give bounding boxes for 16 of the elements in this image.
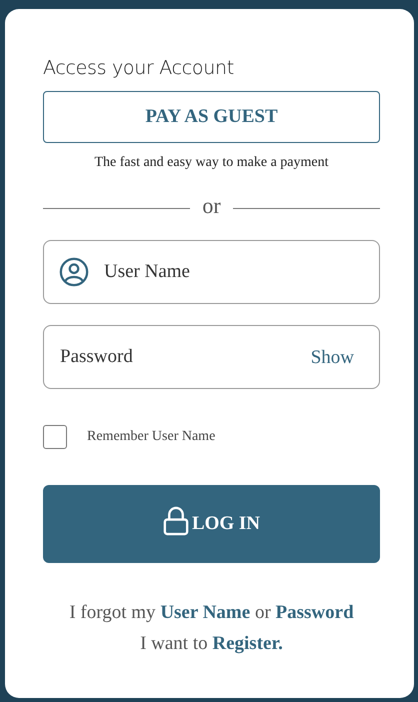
show-password-button[interactable]: Show [310, 347, 354, 369]
login-button[interactable]: LOG IN [43, 485, 380, 563]
heading: Access your Account [43, 57, 235, 81]
lock-icon [162, 504, 189, 536]
help-text: I want to Register. [139, 632, 284, 656]
remember-checkbox[interactable] [43, 425, 67, 449]
username-field[interactable]: User Name [43, 240, 380, 304]
help-text: I forgot my User Name or Password [68, 601, 355, 625]
remember-label: Remember User Name [87, 429, 216, 445]
help-link[interactable]: Register. [212, 633, 283, 654]
user-icon [59, 257, 89, 287]
pay-as-guest-button[interactable]: PAY AS GUEST [43, 91, 380, 143]
guest-caption: The fast and easy way to make a payment [93, 155, 330, 171]
help-link[interactable]: User Name [160, 602, 250, 623]
help-link[interactable]: Password [276, 602, 354, 623]
divider-text: or [202, 195, 221, 217]
